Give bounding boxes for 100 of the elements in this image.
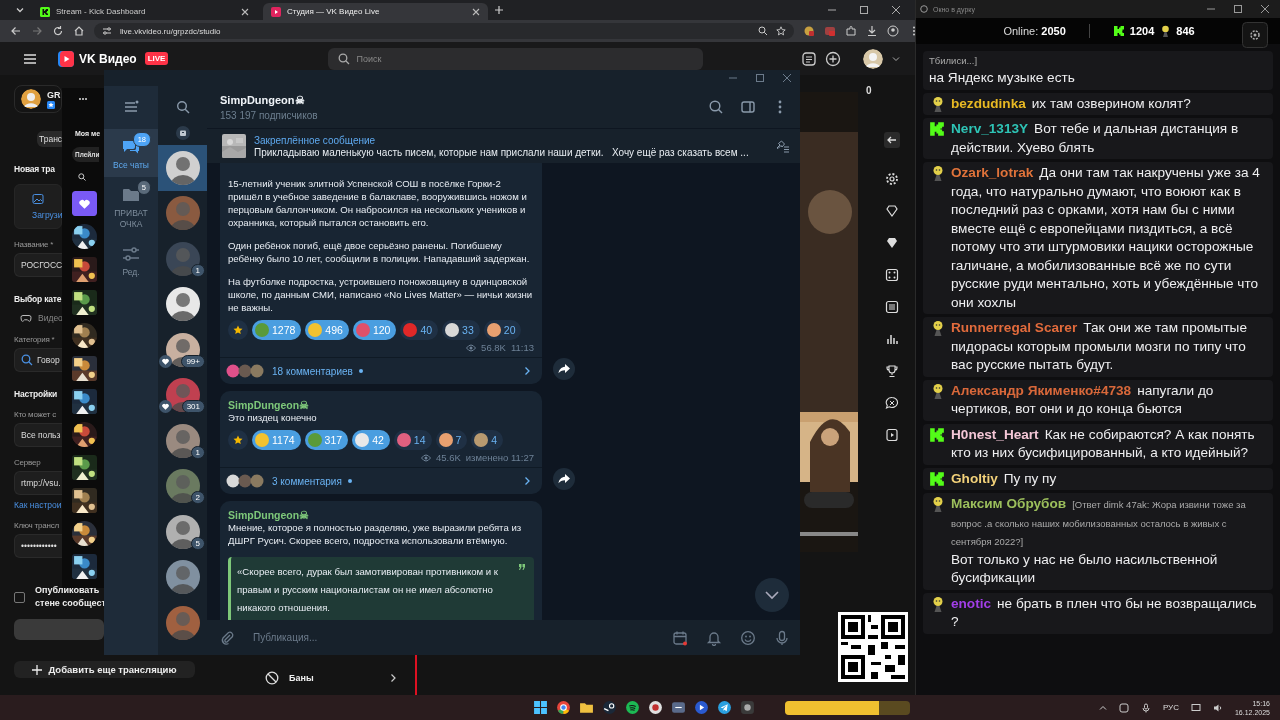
monitor-icon[interactable] [1190,702,1201,713]
chat-list-item[interactable]: 5 [158,509,207,555]
close-icon[interactable] [783,74,791,82]
close-icon[interactable] [241,7,249,16]
app-icon[interactable] [1118,702,1129,713]
emoji-icon[interactable] [740,629,756,646]
bookmark-star-icon[interactable] [776,26,786,36]
sidebar-toggle-icon[interactable] [740,99,756,115]
checkbox[interactable] [14,591,25,603]
pin-list-icon[interactable] [774,138,790,154]
folder-tab[interactable]: Ред. [104,236,158,284]
diamond-icon[interactable] [884,204,899,218]
chat-list-item[interactable]: 1 [158,418,207,464]
share-button[interactable] [553,358,575,380]
address-bar[interactable]: live.vkvideo.ru/grpzdc/studio [94,23,794,39]
close-icon[interactable] [1261,5,1269,13]
forward-icon[interactable] [31,25,43,37]
trophy-icon[interactable] [884,364,899,378]
add-icon[interactable] [825,50,841,67]
extension-icon[interactable] [803,25,815,37]
maximize-icon[interactable] [859,5,869,15]
reaction-button[interactable]: 33 [442,320,480,340]
archive-icon[interactable] [175,126,190,140]
music-icon[interactable] [625,700,640,715]
site-info-icon[interactable] [102,26,112,36]
logo-icon[interactable] [58,50,74,67]
back-icon[interactable] [10,25,22,37]
profile-icon[interactable] [887,25,899,37]
minimize-icon[interactable] [1207,5,1215,13]
avatar[interactable] [863,48,883,69]
bar-chart-icon[interactable] [884,332,899,346]
close-icon[interactable] [472,7,480,16]
comments-link[interactable]: 18 комментариев [220,357,542,384]
chat-list-item[interactable]: 99+ [158,327,207,373]
gem-icon[interactable] [884,236,899,250]
reaction-button[interactable]: 4 [471,430,504,450]
settings-button[interactable] [1242,22,1268,48]
chrome-icon[interactable] [556,700,571,715]
favorites-cover[interactable] [72,191,97,216]
zoom-icon[interactable] [758,26,768,36]
tab[interactable]: Транс [37,131,62,147]
play-icon[interactable] [694,700,709,715]
reaction-button[interactable]: 20 [483,320,522,340]
home-icon[interactable] [73,25,85,37]
list-icon[interactable] [801,50,817,67]
scroll-down-button[interactable] [755,578,789,612]
search-icon[interactable] [708,99,724,115]
reload-icon[interactable] [52,25,64,37]
search-icon[interactable] [78,173,86,181]
puzzle-icon[interactable] [845,25,857,37]
upload-area[interactable]: Загрузи [14,184,62,229]
chat-close-icon[interactable] [884,396,899,410]
list-icon[interactable] [884,300,899,314]
reaction-button[interactable]: 40 [400,320,439,340]
search-field[interactable]: Поиск [328,47,704,70]
windows-icon[interactable] [533,700,548,715]
speaker-icon[interactable] [1212,702,1223,713]
maximize-icon[interactable] [1234,5,1242,13]
schedule-icon[interactable] [672,629,688,646]
comments-link[interactable]: 3 комментария [220,467,542,494]
menu-icon[interactable] [123,99,139,115]
brand-name[interactable]: VK Видео [79,51,137,66]
bell-icon[interactable] [706,629,722,646]
microphone-icon[interactable] [1140,702,1151,713]
category-type[interactable]: Видео [38,313,63,323]
video-icon[interactable] [884,428,899,442]
browser-tab[interactable]: Студия — VK Видео Live [263,3,488,20]
star-reaction-button[interactable] [228,430,248,450]
title-field[interactable]: РОСГОСС [14,253,62,277]
dice-icon[interactable] [884,268,899,282]
star-reaction-button[interactable] [228,320,248,340]
chat-list-item[interactable]: 301 [158,372,207,418]
download-icon[interactable] [866,25,878,37]
reaction-button[interactable]: 7 [435,430,468,450]
chevron-up-icon[interactable] [1098,703,1107,712]
new-tab-icon[interactable] [494,5,504,15]
browser-tab[interactable]: Stream - Kick Dashboard [32,3,257,20]
help-link[interactable]: Как настрои [14,500,62,510]
messenger-icon[interactable] [717,700,732,715]
category-field[interactable]: Говор [14,348,62,372]
chat-list-item[interactable]: 2 [158,463,207,509]
language-indicator[interactable]: РУС [1162,703,1179,712]
reaction-button[interactable]: 14 [393,430,432,450]
settings-icon[interactable] [884,172,899,186]
channel-card[interactable]: GR [14,85,62,113]
app-icon[interactable] [740,700,755,715]
server-field[interactable]: rtmp://vsu. [14,471,62,495]
attach-icon[interactable] [219,629,235,646]
pinned-message-bar[interactable]: Закреплённое сообщение Прикладываю маленькую часть писем, которые нам прислали наши детки. Хочу ещё раз сказать всем ... [207,128,800,163]
access-dropdown[interactable]: Все польз [14,423,62,447]
stream-key-field[interactable]: •••••••••••• [14,534,62,558]
steam-icon[interactable] [602,700,617,715]
app-icon[interactable] [671,700,686,715]
search-icon[interactable] [175,100,190,114]
folder-icon[interactable] [579,700,594,715]
chat-list-item[interactable]: 1 [158,236,207,282]
app-icon[interactable] [648,700,663,715]
share-button[interactable] [553,468,575,490]
close-icon[interactable] [891,5,901,15]
add-stream-button[interactable]: Добавить еще трансляцию [14,661,195,678]
